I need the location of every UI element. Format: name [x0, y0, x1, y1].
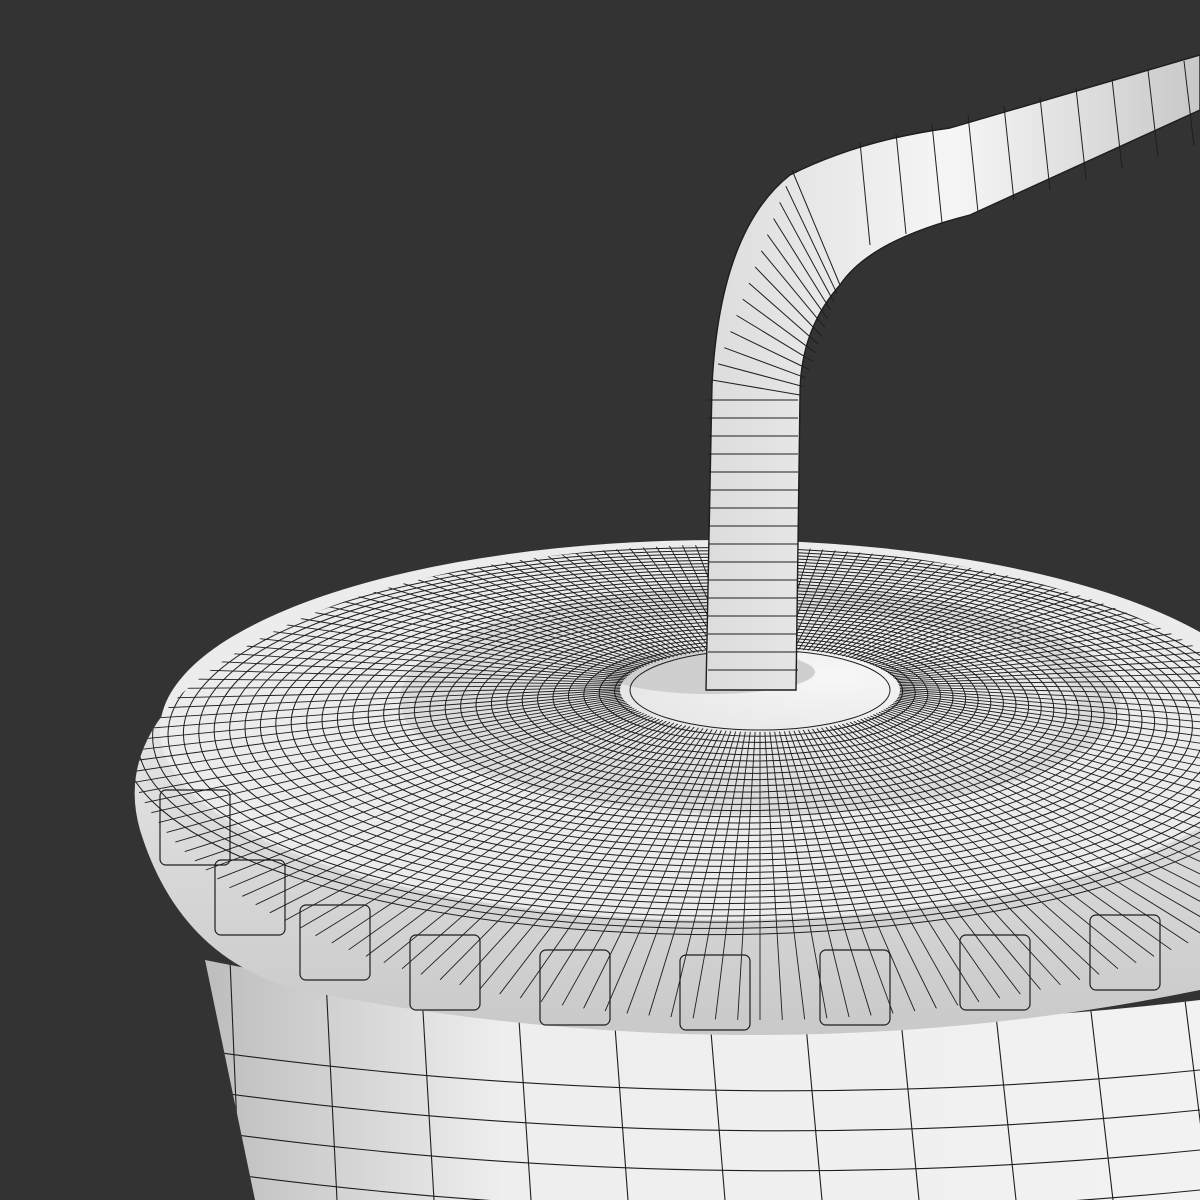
cup-lid: [134, 540, 1200, 1035]
render-viewport: [0, 0, 1200, 1200]
wireframe-render: [134, 54, 1200, 1200]
